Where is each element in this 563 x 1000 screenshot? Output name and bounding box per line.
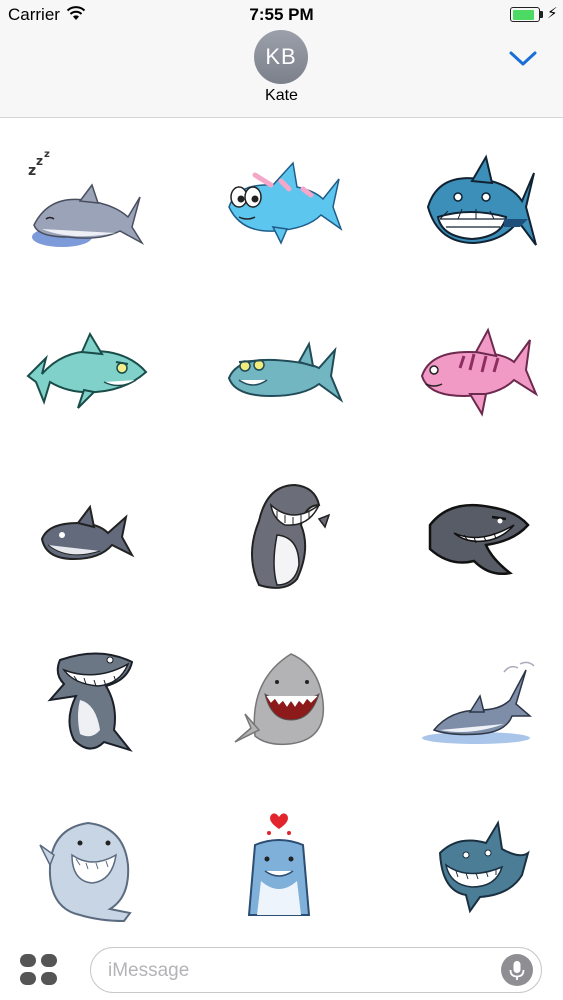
sticker-flexing-shark[interactable] xyxy=(10,625,160,775)
sticker-chubby-white-shark[interactable] xyxy=(10,790,160,940)
sticker-angry-teal-shark[interactable] xyxy=(10,295,160,445)
battery-tip xyxy=(540,11,543,18)
message-input-bar: iMessage xyxy=(0,940,563,1000)
dark-grey-shark-icon xyxy=(428,503,530,575)
sticker-open-mouth-shark[interactable] xyxy=(205,625,355,775)
sticker-sleeping-shark[interactable]: z z z xyxy=(10,130,160,280)
imessage-input[interactable]: iMessage xyxy=(90,947,542,993)
sticker-grid: z z z xyxy=(0,120,563,940)
microphone-glyph xyxy=(509,961,525,980)
standing-grin-shark-icon xyxy=(251,483,331,589)
svg-text:z: z xyxy=(28,163,36,179)
svg-text:z: z xyxy=(36,154,43,168)
sly-shark-icon xyxy=(227,341,344,403)
app-drawer-dot xyxy=(20,954,36,967)
beached-shark-icon xyxy=(422,661,535,744)
app-drawer-dot xyxy=(20,972,36,985)
small-grey-shark-icon xyxy=(40,504,135,561)
chevron-down-icon[interactable] xyxy=(508,48,538,68)
pink-striped-shark-icon xyxy=(420,327,539,417)
cute-blue-shark-icon xyxy=(228,161,343,245)
sticker-sly-shark[interactable] xyxy=(205,295,355,445)
great-white-grin-shark-icon xyxy=(426,154,537,246)
app-drawer-dot xyxy=(41,954,57,967)
sticker-pink-striped-shark[interactable] xyxy=(400,295,550,445)
battery-level-fill xyxy=(512,9,534,20)
app-drawer-icon[interactable] xyxy=(20,954,58,988)
charging-bolt-icon: ⚡︎ xyxy=(547,5,558,22)
sticker-small-grey-shark[interactable] xyxy=(10,460,160,610)
contact-name[interactable]: Kate xyxy=(0,87,563,105)
chubby-white-shark-icon xyxy=(39,821,132,923)
sticker-dark-grey-shark[interactable] xyxy=(400,460,550,610)
avatar-initials: KB xyxy=(265,44,297,69)
clock: 7:55 PM xyxy=(249,5,314,24)
microphone-icon[interactable] xyxy=(501,954,533,986)
svg-text:z: z xyxy=(44,149,50,160)
sticker-cute-blue-shark[interactable] xyxy=(205,130,355,280)
sticker-standing-grin-shark[interactable] xyxy=(205,460,355,610)
blue-grin-shark-icon xyxy=(438,820,530,914)
battery-icon xyxy=(510,7,540,22)
sticker-great-white-grin-shark[interactable] xyxy=(400,130,550,280)
status-bar: Carrier 7:55 PM ⚡︎ xyxy=(0,0,563,30)
open-mouth-shark-icon xyxy=(234,653,325,746)
conversation-header: KB Kate xyxy=(0,30,563,118)
sticker-love-shark[interactable] xyxy=(205,790,355,940)
sticker-blue-grin-shark[interactable] xyxy=(400,790,550,940)
app-drawer-dot xyxy=(41,972,57,985)
love-shark-icon xyxy=(247,813,311,916)
imessage-placeholder: iMessage xyxy=(108,960,190,981)
avatar[interactable]: KB xyxy=(254,30,308,84)
flexing-shark-icon xyxy=(47,652,134,752)
sticker-beached-shark[interactable] xyxy=(400,625,550,775)
angry-teal-shark-icon xyxy=(26,331,148,409)
sleeping-shark-icon: z z z xyxy=(28,149,145,247)
